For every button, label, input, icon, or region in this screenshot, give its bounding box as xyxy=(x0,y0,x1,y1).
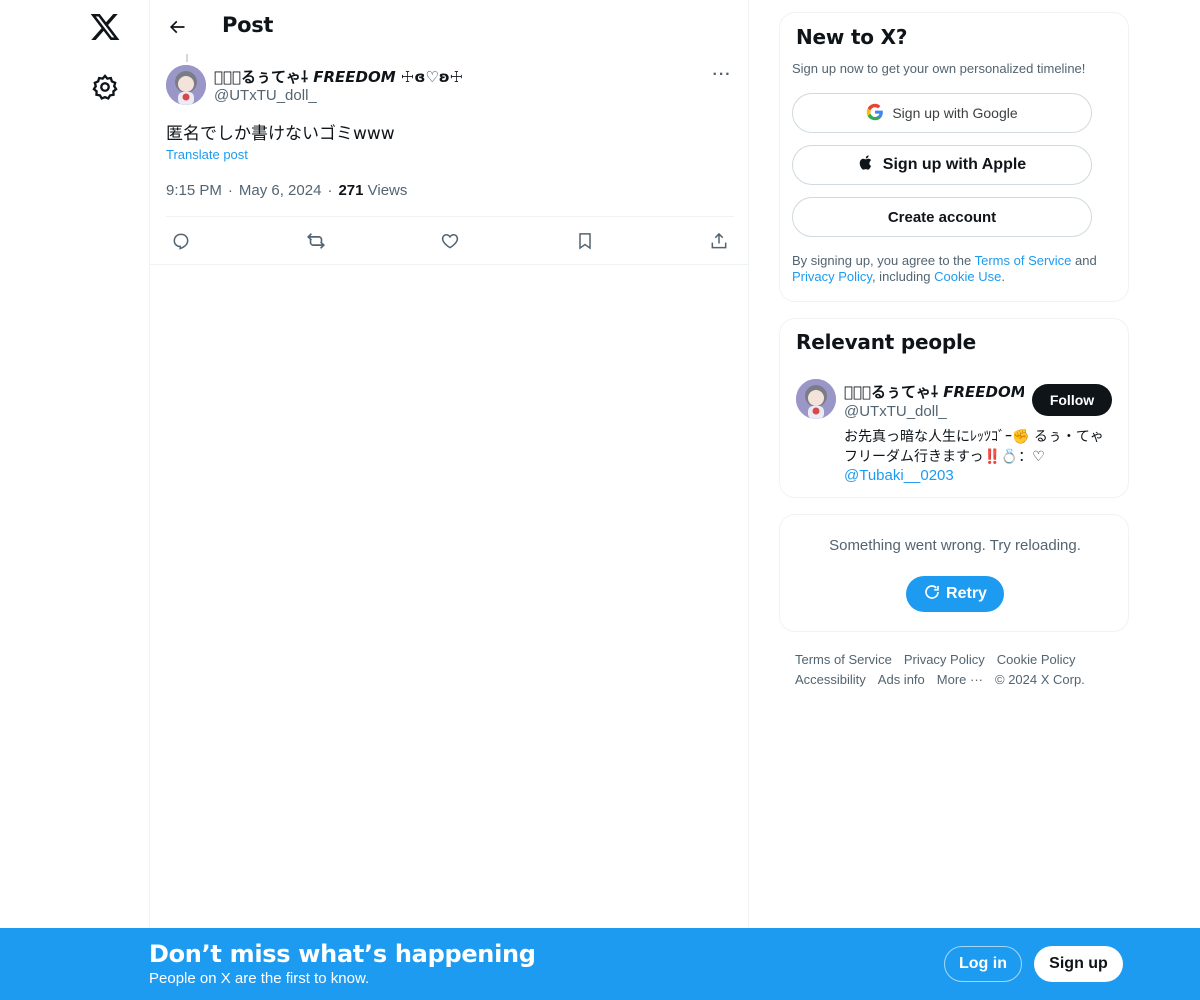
settings-gear-icon[interactable] xyxy=(91,73,119,101)
signup-apple-button[interactable]: Sign up with Apple xyxy=(792,145,1092,185)
legal-text: By signing up, you agree to the xyxy=(792,253,975,268)
translate-post-link[interactable]: Translate post xyxy=(166,147,248,162)
login-button[interactable]: Log in xyxy=(944,946,1022,982)
x-logo-icon[interactable] xyxy=(89,11,121,43)
divider xyxy=(150,264,748,265)
person-mention-link[interactable]: @Tubaki__0203 xyxy=(844,467,954,484)
signup-banner: Don’t miss what’s happening People on X … xyxy=(0,928,1200,1000)
signup-google-label: Sign up with Google xyxy=(892,105,1018,121)
person-avatar[interactable] xyxy=(796,379,836,419)
separator-dot: · xyxy=(227,182,233,199)
left-nav xyxy=(0,0,150,1000)
create-account-button[interactable]: Create account xyxy=(792,197,1092,237)
relevant-people-title: Relevant people xyxy=(796,330,977,354)
follow-button[interactable]: Follow xyxy=(1032,384,1112,416)
signup-button[interactable]: Sign up xyxy=(1034,946,1123,982)
footer-link-cookie[interactable]: Cookie Policy xyxy=(997,650,1076,670)
like-heart-icon[interactable] xyxy=(439,230,461,252)
more-options-icon[interactable]: ··· xyxy=(710,66,734,86)
google-logo-icon xyxy=(866,103,884,124)
views-label: Views xyxy=(367,182,408,199)
signup-legal-text: By signing up, you agree to the Terms of… xyxy=(792,253,1122,285)
legal-text: and xyxy=(1071,253,1097,268)
post-meta: 9:15 PM · May 6, 2024 · 271 Views xyxy=(166,182,407,199)
signup-card-title: New to X? xyxy=(796,25,908,49)
separator-dot: · xyxy=(327,182,333,199)
privacy-link[interactable]: Privacy Policy xyxy=(792,269,872,284)
author-name[interactable]: ⃝𖤐⃝るぅてゃ⸸ 𝙁𝙍𝙀𝙀𝘿𝙊𝙈 ☩ɞ♡ʚ☩ xyxy=(214,66,463,87)
footer-link-terms[interactable]: Terms of Service xyxy=(795,650,892,670)
person-handle[interactable]: @UTxTU_doll_ xyxy=(844,403,947,420)
person-bio: お先真っ暗な人生にﾚｯﾂｺﾞｰ✊ るぅ・てゃフリーダム行きますっ‼️💍：♡ xyxy=(844,429,1104,465)
refresh-icon xyxy=(923,583,941,606)
footer-link-privacy[interactable]: Privacy Policy xyxy=(904,650,985,670)
top-bar: Post xyxy=(150,0,748,54)
error-card: Something went wrong. Try reloading. Ret… xyxy=(779,514,1129,632)
views-count: 271 xyxy=(338,182,364,199)
legal-text: , including xyxy=(871,269,935,284)
footer-link-more[interactable]: More ··· xyxy=(937,670,983,690)
main-column: Post ⃝𖤐⃝るぅてゃ⸸ 𝙁𝙍𝙀𝙀𝘿𝙊𝙈 ☩ɞ♡ʚ☩ @UTxTU_doll_… xyxy=(149,0,749,1000)
post-text: 匿名でしか書けないゴミwww xyxy=(166,124,395,144)
footer-link-accessibility[interactable]: Accessibility xyxy=(795,670,866,690)
retry-label: Retry xyxy=(946,585,987,602)
person-name[interactable]: ⃝𖤐⃝るぅてゃ⸸ 𝙁𝙍𝙀𝙀𝘿𝙊𝙈 ☩ xyxy=(844,381,1024,402)
post-date[interactable]: May 6, 2024 xyxy=(239,182,322,199)
footer-copyright: © 2024 X Corp. xyxy=(995,672,1085,687)
signup-subtitle: Sign up now to get your own personalized… xyxy=(792,61,1086,76)
banner-subtitle: People on X are the first to know. xyxy=(149,970,370,987)
thread-connector-line xyxy=(186,54,188,62)
retry-button[interactable]: Retry xyxy=(906,576,1004,612)
banner-title: Don’t miss what’s happening xyxy=(149,940,536,968)
error-message: Something went wrong. Try reloading. xyxy=(829,537,1081,554)
signup-apple-label: Sign up with Apple xyxy=(882,156,1027,173)
author-handle[interactable]: @UTxTU_doll_ xyxy=(214,87,317,104)
apple-logo-icon xyxy=(858,154,875,176)
cookie-link[interactable]: Cookie Use xyxy=(934,269,1001,284)
footer-links: Terms of Service Privacy Policy Cookie Pol… xyxy=(795,650,1125,690)
reply-icon[interactable] xyxy=(170,230,192,252)
author-avatar[interactable] xyxy=(166,65,206,105)
bookmark-icon[interactable] xyxy=(574,230,596,252)
signup-google-button[interactable]: Sign up with Google xyxy=(792,93,1092,133)
terms-link[interactable]: Terms of Service xyxy=(975,253,1072,268)
repost-icon[interactable] xyxy=(305,230,327,252)
footer-link-ads-info[interactable]: Ads info xyxy=(878,670,925,690)
relevant-people-card: Relevant people ⃝𖤐⃝るぅてゃ⸸ 𝙁𝙍𝙀𝙀𝘿𝙊𝙈 ☩ @UTxT… xyxy=(779,318,1129,498)
page-title: Post xyxy=(222,13,274,37)
legal-text: . xyxy=(1001,269,1005,284)
post-time[interactable]: 9:15 PM xyxy=(166,182,222,199)
back-arrow-icon[interactable] xyxy=(164,14,190,40)
share-icon[interactable] xyxy=(708,230,730,252)
post-action-bar xyxy=(166,216,734,264)
signup-card: New to X? Sign up now to get your own pe… xyxy=(779,12,1129,302)
